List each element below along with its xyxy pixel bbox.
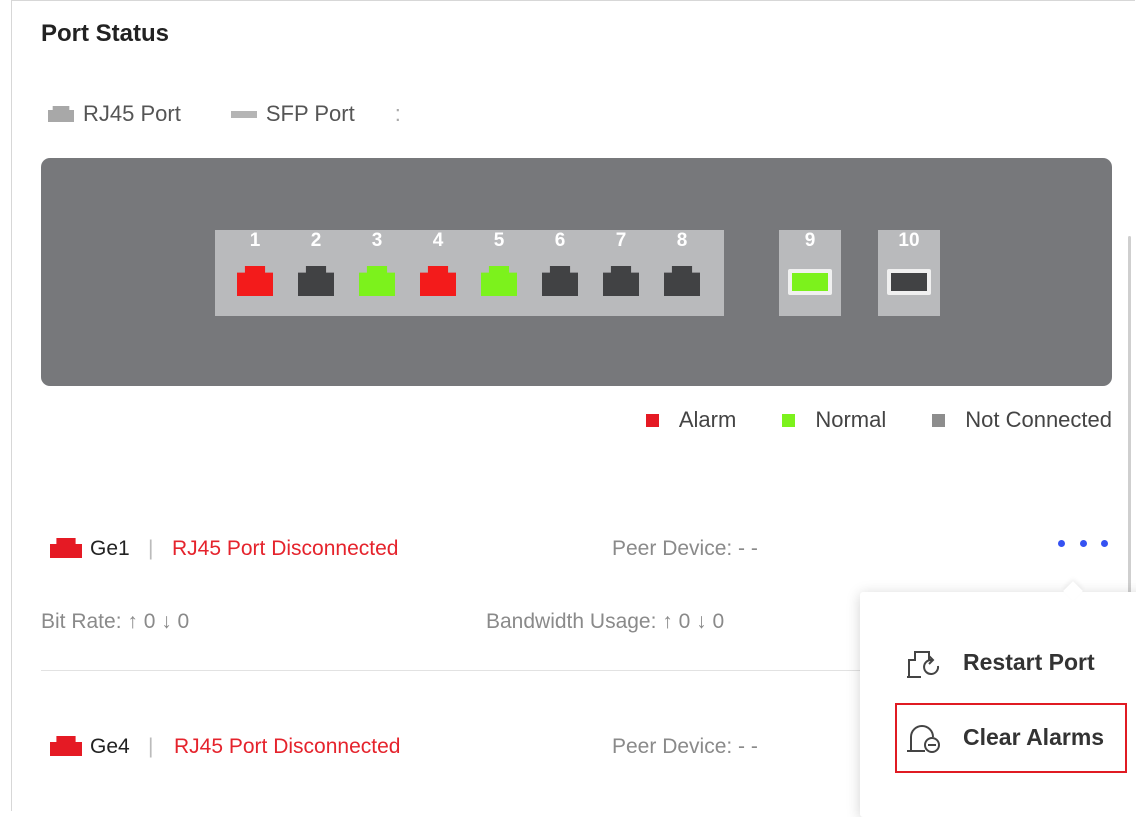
port-number-4: 4 xyxy=(432,230,444,251)
port-number-3: 3 xyxy=(371,230,383,251)
port-type-legend: RJ45 Port SFP Port : xyxy=(48,101,401,127)
port-number-5: 5 xyxy=(493,230,505,251)
bandwidth-usage: Bandwidth Usage: ↑ 0 ↓ 0 xyxy=(486,610,725,633)
port-name[interactable]: Ge1 xyxy=(90,537,130,561)
not-connected-swatch xyxy=(932,413,946,427)
alarm-swatch xyxy=(645,413,659,427)
port-status-text: RJ45 Port Disconnected xyxy=(174,735,401,758)
sfp-port-9[interactable] xyxy=(788,269,832,295)
peer-device: Peer Device: - - xyxy=(612,735,758,758)
restart-port-label: Restart Port xyxy=(963,648,1095,675)
highlight-box xyxy=(895,703,1127,773)
port-number-10: 10 xyxy=(898,230,920,251)
sfp-port-indicator xyxy=(792,273,828,291)
sfp-legend-label: SFP Port xyxy=(265,101,355,126)
port-number-9: 9 xyxy=(804,230,816,251)
not-connected-legend-label: Not Connected xyxy=(965,407,1112,432)
normal-swatch xyxy=(782,413,796,427)
restart-port-item[interactable]: Restart Port xyxy=(905,642,1095,682)
status-legend: Alarm Normal Not Connected xyxy=(645,407,1112,433)
sfp-port-10[interactable] xyxy=(887,269,931,295)
rj45-port-icon xyxy=(48,106,74,122)
switch-panel: 1 2 3 4 5 6 7 8 9 10 xyxy=(41,158,1112,386)
sfp-legend-item: SFP Port xyxy=(230,101,355,127)
restart-port-icon xyxy=(907,651,940,678)
port-number-6: 6 xyxy=(554,230,566,251)
alarm-legend-label: Alarm xyxy=(678,407,737,432)
legend-colon: : xyxy=(394,101,401,126)
sfp-port-icon xyxy=(230,110,257,118)
rj45-legend-label: RJ45 Port xyxy=(83,101,181,126)
port-number-7: 7 xyxy=(615,230,627,251)
port-number-2: 2 xyxy=(310,230,322,251)
rj45-legend-item: RJ45 Port xyxy=(48,101,181,127)
rj45-port-strip xyxy=(215,230,724,316)
bit-rate: Bit Rate: ↑ 0 ↓ 0 xyxy=(41,610,190,633)
page-title: Port Status xyxy=(41,20,170,47)
peer-device: Peer Device: - - xyxy=(612,537,758,560)
separator: | xyxy=(148,537,154,560)
more-actions-button[interactable] xyxy=(1058,540,1108,550)
sfp-port-indicator xyxy=(891,273,927,291)
port-status-text: RJ45 Port Disconnected xyxy=(172,537,399,560)
port-number-1: 1 xyxy=(249,230,261,251)
port-name[interactable]: Ge4 xyxy=(90,735,130,759)
separator: | xyxy=(148,735,154,758)
port-number-8: 8 xyxy=(676,230,688,251)
normal-legend-label: Normal xyxy=(815,407,887,432)
